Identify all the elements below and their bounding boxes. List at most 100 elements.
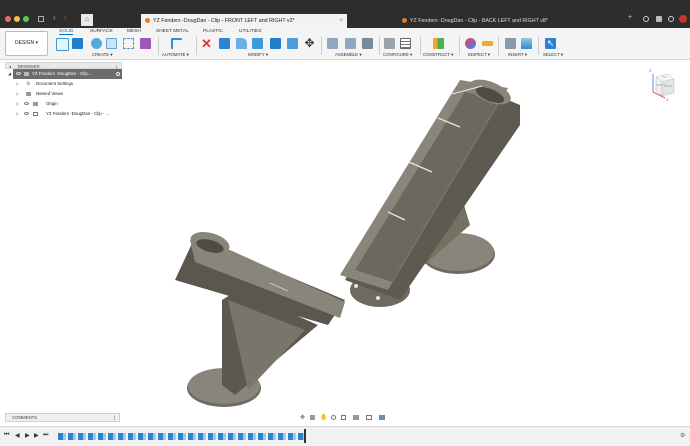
close-tab-icon[interactable]: × (339, 14, 343, 28)
move-icon[interactable]: ✥ (304, 37, 315, 49)
create-menu[interactable]: CREATE ▾ (92, 52, 112, 58)
assemble-menu[interactable]: ASSEMBLE ▾ (335, 52, 362, 58)
tree-item-label: Document Settings (36, 81, 74, 86)
clip-part-right[interactable] (340, 74, 520, 307)
new-joint-icon[interactable] (327, 38, 338, 49)
tab-plastic[interactable]: PLASTIC (203, 29, 223, 34)
tree-item-origin[interactable]: ▷ Origin (5, 99, 122, 109)
hole-icon[interactable] (106, 38, 117, 49)
zoom-icon[interactable] (331, 415, 336, 420)
tab-utilities[interactable]: UTILITIES (239, 29, 261, 34)
new-component-icon[interactable] (56, 38, 69, 51)
timeline-marker[interactable] (304, 429, 306, 443)
ribbon-toolbar: DESIGN ▾ SOLID SURFACE MESH SHEET METAL … (0, 28, 690, 60)
select-menu[interactable]: SELECT ▾ (543, 52, 563, 58)
fillet-icon[interactable] (236, 38, 247, 49)
pan-icon[interactable]: ✋ (320, 414, 327, 421)
home-icon[interactable]: ⌂ (81, 14, 93, 26)
shell-icon[interactable] (270, 38, 281, 49)
display-settings-icon[interactable] (353, 415, 359, 420)
tab-surface[interactable]: SURFACE (90, 29, 113, 34)
back-icon[interactable]: ‹ (53, 13, 56, 22)
tree-item-named-views[interactable]: ▷ Named Views (5, 89, 122, 99)
grid-settings-icon[interactable] (366, 415, 372, 420)
construct-menu[interactable]: CONSTRUCT ▾ (423, 52, 453, 58)
go-to-end-icon[interactable]: ⏭ (43, 432, 48, 439)
tab-mesh[interactable]: MESH (127, 29, 141, 34)
automate-icon[interactable] (171, 38, 182, 49)
revolve-icon[interactable] (91, 38, 102, 49)
configure-menu[interactable]: CONFIGURE ▾ (383, 52, 412, 58)
tree-item-document-settings[interactable]: ▷ ⚙ Document Settings (5, 79, 122, 89)
expand-icon[interactable]: ▷ (16, 79, 19, 89)
play-icon[interactable]: ▶ (25, 432, 30, 439)
model-viewport[interactable] (130, 62, 640, 412)
press-pull-icon[interactable] (219, 38, 230, 49)
step-forward-icon[interactable]: ▶ (34, 432, 39, 439)
expand-icon[interactable]: ▷ (16, 109, 19, 119)
new-tab-icon[interactable]: + (628, 14, 632, 21)
visibility-icon[interactable] (16, 72, 21, 75)
expand-icon[interactable]: ▷ (16, 99, 19, 109)
tab-front-left-right[interactable]: YZ Fenders -DougDan - Clip - FRONT LEFT … (141, 14, 347, 28)
expand-icon[interactable]: ◢ (8, 69, 11, 79)
automate-menu[interactable]: AUTOMATE ▾ (162, 52, 189, 58)
combine-icon[interactable] (287, 38, 298, 49)
help-icon[interactable] (668, 16, 674, 22)
joint-origin-icon[interactable] (362, 38, 373, 49)
delete-icon[interactable]: ✕ (201, 37, 212, 50)
window-close-dot[interactable] (5, 16, 11, 22)
separator (379, 37, 380, 55)
tab-back-left-right[interactable]: YZ Fenders -DougDan - Clip - BACK LEFT a… (398, 14, 608, 28)
workspace-switcher[interactable]: DESIGN ▾ (5, 31, 48, 56)
select-icon[interactable]: ↖ (545, 38, 556, 49)
grid-icon[interactable] (38, 16, 44, 22)
fit-icon[interactable] (341, 415, 346, 420)
modify-menu[interactable]: MODIFY ▾ (248, 52, 268, 58)
as-built-joint-icon[interactable] (345, 38, 356, 49)
insert-menu[interactable]: INSERT ▾ (508, 52, 527, 58)
document-icon (145, 18, 150, 24)
visibility-icon[interactable] (24, 102, 29, 105)
timeline-settings-icon[interactable]: ⚙ (680, 432, 685, 439)
clock-icon[interactable] (643, 16, 649, 22)
configure-label: CONFIGURE (383, 52, 409, 57)
mirror-icon[interactable] (140, 38, 151, 49)
view-cube[interactable]: Z X FRONT RIGHT TOP (647, 68, 677, 102)
notifications-icon[interactable] (656, 16, 662, 22)
avatar[interactable] (679, 15, 687, 23)
pattern-icon[interactable] (123, 38, 134, 49)
window-maximize-dot[interactable] (23, 16, 29, 22)
insert-mesh-icon[interactable] (505, 38, 516, 49)
clip-part-left[interactable] (175, 228, 345, 407)
expand-icon[interactable]: ▷ (16, 89, 19, 99)
look-at-icon[interactable] (310, 415, 315, 420)
tab-title: YZ Fenders -DougDan - Clip - FRONT LEFT … (153, 18, 295, 24)
forward-icon[interactable]: › (64, 13, 67, 22)
measure-icon[interactable] (465, 38, 476, 49)
visibility-icon[interactable] (24, 112, 29, 115)
configure-icon[interactable] (384, 38, 395, 49)
extrude-icon[interactable] (72, 38, 83, 49)
orbit-icon[interactable]: ✥ (300, 414, 305, 421)
pin-icon[interactable]: | (114, 414, 115, 422)
tree-root-component[interactable]: ◢ YZ Fenders -DougDan - Clip... (8, 69, 122, 79)
tab-solid[interactable]: SOLID (59, 29, 74, 35)
offset-plane-icon[interactable] (433, 38, 444, 49)
cube-top-label: TOP (662, 76, 668, 79)
comments-panel[interactable]: COMMENTS | (5, 413, 120, 422)
step-back-icon[interactable]: ◀ (15, 432, 20, 439)
browser-header[interactable]: ◂ BROWSER | (5, 62, 122, 69)
chamfer-icon[interactable] (252, 38, 263, 49)
viewports-icon[interactable] (379, 415, 385, 420)
go-to-start-icon[interactable]: ⏮ (4, 432, 9, 439)
ruler-icon[interactable] (482, 41, 493, 46)
tree-item-label: Named Views (36, 91, 64, 96)
tree-item-body[interactable]: ▷ YZ Fenders -DougDan - Clip - ... (5, 109, 122, 119)
active-radio-icon[interactable] (116, 72, 120, 76)
configuration-table-icon[interactable] (400, 38, 411, 49)
insert-canvas-icon[interactable] (521, 38, 532, 49)
tab-sheet-metal[interactable]: SHEET METAL (156, 29, 189, 34)
window-minimize-dot[interactable] (14, 16, 20, 22)
inspect-menu[interactable]: INSPECT ▾ (468, 52, 490, 58)
